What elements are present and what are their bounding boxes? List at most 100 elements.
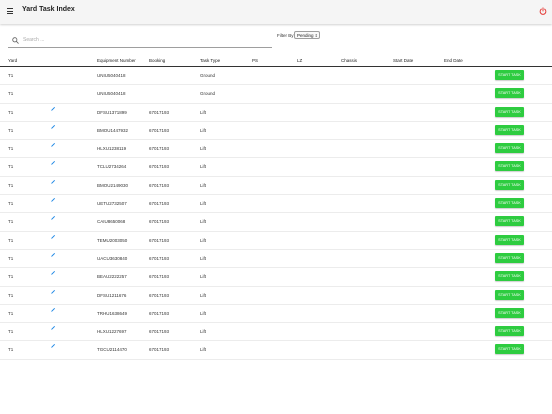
start-task-button[interactable]: START TASK [495, 216, 524, 227]
header-ps: PS [252, 58, 259, 63]
page-title: Yard Task Index [22, 6, 75, 13]
edit-pencil-icon[interactable] [50, 325, 56, 331]
cell-yard: T1 [8, 274, 14, 280]
cell-equipment-number: DFSU1371899 [97, 109, 127, 115]
power-icon[interactable] [539, 7, 547, 15]
cell-task-type: Lift [200, 127, 207, 133]
start-task-button[interactable]: START TASK [495, 326, 524, 337]
search-input[interactable] [23, 35, 263, 45]
select-caret-icon: ⇕ [314, 33, 318, 38]
start-task-button[interactable]: START TASK [495, 234, 524, 245]
cell-yard: T1 [8, 73, 14, 78]
cell-booking: 67017193 [149, 146, 170, 152]
cell-yard: T1 [8, 347, 14, 353]
edit-pencil-icon[interactable] [50, 142, 56, 148]
cell-equipment-number: BMOU1447932 [97, 127, 129, 133]
table-row: T1 UETU2732507 67017193 Lift START TASK [0, 195, 552, 214]
start-task-button[interactable]: START TASK [495, 70, 524, 80]
table-body: T1 UNIU5040418 Ground START TASK T1 UNIU50404… [0, 67, 552, 360]
edit-pencil-icon[interactable] [50, 160, 56, 166]
edit-pencil-icon[interactable] [50, 307, 56, 313]
start-task-button[interactable]: START TASK [495, 289, 524, 300]
cell-equipment-number: HLXU1227697 [97, 329, 127, 335]
cell-yard: T1 [8, 182, 14, 188]
filter-label: Filter By: [277, 33, 295, 38]
cell-yard: T1 [8, 127, 14, 133]
table-row: T1 UNIU5040418 Ground START TASK [0, 85, 552, 104]
table-row: T1 DFSU1211676 67017193 Lift START TASK [0, 287, 552, 305]
start-task-button[interactable]: START TASK [495, 179, 524, 190]
edit-pencil-icon[interactable] [50, 124, 56, 130]
table-row: T1 TCLU2734264 67017193 Lift START TASK [0, 158, 552, 177]
edit-pencil-icon[interactable] [50, 252, 56, 258]
cell-equipment-number: UACU3630840 [97, 255, 128, 261]
table-row: T1 DFSU1371899 67017193 Lift START TASK [0, 104, 552, 122]
cell-equipment-number: UNIU5040418 [97, 91, 126, 97]
edit-pencil-icon[interactable] [50, 289, 56, 295]
edit-pencil-icon[interactable] [50, 179, 56, 185]
edit-pencil-icon[interactable] [50, 270, 56, 276]
table-row: T1 UACU3630840 67017193 Lift START TASK [0, 250, 552, 269]
cell-booking: 67017193 [149, 274, 170, 280]
app-bar: Yard Task Index [0, 0, 552, 24]
cell-equipment-number: TGCU2114470 [97, 347, 127, 353]
cell-task-type: Lift [200, 109, 207, 115]
cell-equipment-number: CAIU8650068 [97, 219, 126, 225]
start-task-button[interactable]: START TASK [495, 252, 524, 263]
edit-pencil-icon[interactable] [50, 343, 56, 349]
start-task-button[interactable]: START TASK [495, 143, 524, 154]
cell-equipment-number: BEAU2222257 [97, 274, 127, 280]
edit-pencil-icon[interactable] [50, 106, 56, 112]
table-row: T1 BMOU1447932 67017193 Lift START TASK [0, 122, 552, 141]
cell-booking: 67017193 [149, 329, 170, 335]
table-row: T1 TGCU2114470 67017193 Lift START TASK [0, 341, 552, 360]
cell-equipment-number: DFSU1211676 [97, 292, 127, 298]
header-end-date: End Date [444, 58, 463, 63]
cell-yard: T1 [8, 201, 14, 207]
cell-booking: 67017193 [149, 347, 170, 353]
start-task-button[interactable]: START TASK [495, 106, 524, 117]
cell-task-type: Lift [200, 182, 207, 188]
filter-selected-value: Pending [297, 33, 314, 38]
header-booking: Booking [149, 58, 166, 63]
cell-task-type: Lift [200, 347, 207, 353]
cell-equipment-number: TRHU1638649 [97, 310, 128, 316]
cell-booking: 67017193 [149, 182, 170, 188]
cell-yard: T1 [8, 164, 14, 170]
filter-select[interactable]: Pending ⇕ [294, 31, 320, 39]
start-task-button[interactable]: START TASK [495, 88, 524, 99]
cell-yard: T1 [8, 237, 14, 243]
cell-task-type: Lift [200, 201, 207, 207]
start-task-button[interactable]: START TASK [495, 124, 524, 135]
start-task-button[interactable]: START TASK [495, 344, 524, 355]
start-task-button[interactable]: START TASK [495, 271, 524, 282]
cell-booking: 67017193 [149, 237, 170, 243]
cell-booking: 67017193 [149, 201, 170, 207]
search-icon [12, 37, 19, 44]
cell-booking: 67017193 [149, 219, 170, 225]
cell-booking: 67017193 [149, 127, 170, 133]
cell-equipment-number: TEMU2003050 [97, 237, 128, 243]
cell-task-type: Lift [200, 310, 207, 316]
cell-task-type: Ground [200, 73, 216, 78]
header-equipment-number: Equipment Number [97, 58, 136, 63]
cell-task-type: Lift [200, 292, 207, 298]
header-chassis: Chassis [341, 58, 358, 63]
cell-yard: T1 [8, 91, 14, 97]
cell-task-type: Ground [200, 91, 216, 97]
start-task-button[interactable]: START TASK [495, 198, 524, 209]
table-row: T1 HLXU1238119 67017193 Lift START TASK [0, 140, 552, 159]
edit-pencil-icon[interactable] [50, 234, 56, 240]
table-row: T1 UNIU5040418 Ground START TASK [0, 67, 552, 86]
cell-task-type: Lift [200, 274, 207, 280]
cell-yard: T1 [8, 329, 14, 335]
app-root: Yard Task Index Filter By: Pending ⇕ Yar… [0, 0, 552, 414]
start-task-button[interactable]: START TASK [495, 161, 524, 172]
edit-pencil-icon[interactable] [50, 215, 56, 221]
cell-equipment-number: HLXU1238119 [97, 146, 127, 152]
edit-pencil-icon[interactable] [50, 197, 56, 203]
start-task-button[interactable]: START TASK [495, 307, 524, 318]
hamburger-menu-icon[interactable] [7, 8, 13, 14]
header-yard: Yard [8, 58, 18, 63]
cell-task-type: Lift [200, 329, 207, 335]
